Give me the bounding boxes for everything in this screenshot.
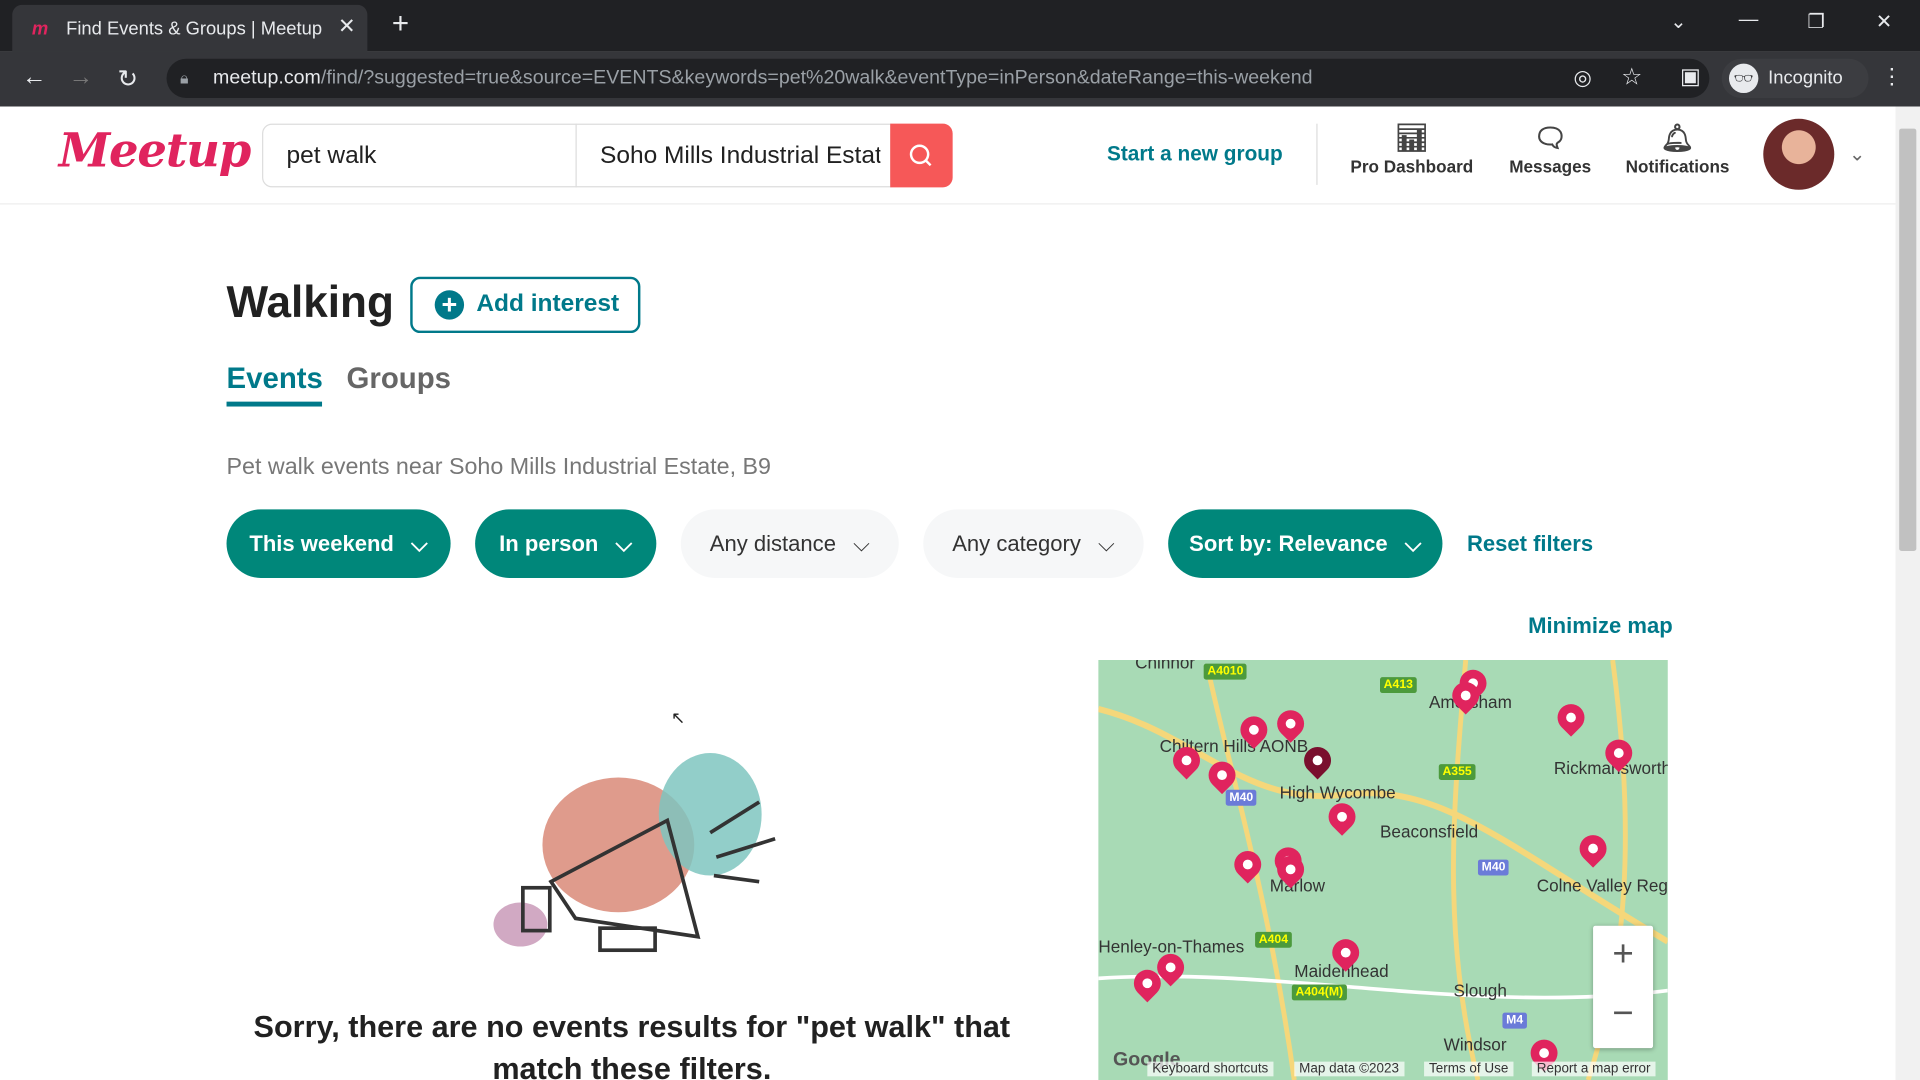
map-road-label: M4 — [1502, 1012, 1527, 1029]
chevron-down-icon: ⌵ — [411, 530, 428, 556]
notifications-label: Notifications — [1625, 156, 1730, 177]
map-road-label: A4010 — [1203, 663, 1248, 680]
chevron-down-icon: ⌵ — [853, 530, 870, 556]
location-input[interactable]: Soho Mills Industrial Estate, B9 — [600, 142, 880, 170]
eye-off-icon[interactable]: ◎ — [1573, 66, 1591, 90]
tab-search-icon[interactable]: ⌄ — [1670, 10, 1686, 34]
page-title: Walking — [226, 276, 394, 327]
zoom-out-button[interactable]: − — [1593, 987, 1653, 1048]
map-place-label: Windsor — [1443, 1034, 1507, 1055]
map-footer-link[interactable]: Keyboard shortcuts — [1147, 1061, 1274, 1077]
meetup-favicon-icon: m — [31, 18, 49, 40]
map-place-label: Chinnor — [1135, 660, 1196, 673]
lock-icon: 🔒︎ — [180, 68, 189, 87]
map-place-label: Slough — [1453, 980, 1507, 1001]
map-place-label: High Wycombe — [1279, 782, 1396, 803]
add-interest-label: Add interest — [476, 290, 620, 318]
map-footer-link[interactable]: Terms of Use — [1424, 1061, 1514, 1077]
map-footer-link[interactable]: Report a map error — [1531, 1061, 1656, 1077]
tab-groups[interactable]: Groups — [347, 362, 452, 396]
bar-chart-icon: 📊︎ — [1394, 122, 1429, 154]
profile-label: Incognito — [1768, 67, 1843, 89]
browser-tab[interactable]: m Find Events & Groups | Meetup ✕ — [12, 4, 368, 52]
meetup-logo[interactable]: Meetup — [59, 122, 251, 177]
filter-label: This weekend — [249, 530, 394, 556]
event-type-filter[interactable]: In person ⌵ — [475, 509, 657, 578]
date-filter[interactable]: This weekend ⌵ — [226, 509, 451, 578]
filter-label: Sort by: Relevance — [1189, 530, 1388, 556]
incognito-icon: 👓︎ — [1728, 63, 1759, 94]
keyword-input[interactable]: pet walk — [287, 142, 556, 170]
active-tab-underline — [226, 401, 323, 407]
map-road-label: A413 — [1380, 677, 1417, 694]
plus-circle-icon: + — [434, 290, 465, 320]
search-divider — [575, 123, 577, 188]
map-road-label: A404(M) — [1291, 984, 1347, 1001]
zoom-in-button[interactable]: + — [1593, 926, 1653, 987]
empty-results-message: Sorry, there are no events results for "… — [253, 1010, 1011, 1080]
add-interest-button[interactable]: + Add interest — [410, 276, 641, 334]
tab-events[interactable]: Events — [227, 362, 323, 396]
category-filter[interactable]: Any category ⌵ — [923, 509, 1144, 578]
restore-button[interactable]: ❐ — [1807, 10, 1825, 34]
pro-dashboard-button[interactable]: 📊︎ Pro Dashboard — [1347, 122, 1477, 176]
megaphone-illustration — [493, 753, 776, 953]
map-place-label: Colne Valley Regional Park — [1536, 875, 1668, 896]
sort-filter[interactable]: Sort by: Relevance ⌵ — [1168, 509, 1443, 578]
results-subtitle: Pet walk events near Soho Mills Industri… — [226, 454, 771, 481]
filter-label: Any distance — [709, 530, 836, 556]
mouse-cursor: ↖ — [671, 707, 686, 728]
tab-title: Find Events & Groups | Meetup — [66, 18, 323, 40]
messages-button[interactable]: 🗨︎ Messages — [1504, 122, 1597, 176]
side-panel-icon[interactable]: ▣ — [1680, 64, 1701, 90]
distance-filter[interactable]: Any distance ⌵ — [680, 509, 899, 578]
chevron-down-icon: ⌵ — [615, 530, 633, 556]
minimize-map-link[interactable]: Minimize map — [1528, 613, 1673, 639]
url-text[interactable]: meetup.com/find/?suggested=true&source=E… — [213, 67, 1312, 89]
map-road-label: A404 — [1255, 931, 1292, 948]
filter-label: In person — [499, 530, 599, 556]
search-icon — [909, 144, 932, 167]
start-new-group-link[interactable]: Start a new group — [1107, 142, 1283, 166]
map-road-label: M40 — [1225, 789, 1257, 806]
avatar[interactable] — [1763, 118, 1835, 190]
scrollbar-thumb[interactable] — [1899, 128, 1917, 552]
back-button[interactable]: ← — [22, 64, 46, 92]
pro-dashboard-label: Pro Dashboard — [1350, 156, 1474, 177]
map-zoom-controls: + − — [1593, 925, 1654, 1049]
messages-label: Messages — [1509, 156, 1592, 177]
incognito-badge[interactable]: 👓︎ Incognito — [1721, 58, 1869, 98]
map-footer-link[interactable]: Map data ©2023 — [1294, 1061, 1404, 1077]
notifications-button[interactable]: 🔔︎ Notifications — [1619, 122, 1737, 176]
bell-icon: 🔔︎ — [1660, 122, 1695, 154]
star-icon[interactable]: ☆ — [1621, 64, 1642, 92]
map-road-label: M40 — [1477, 859, 1510, 876]
filter-label: Any category — [952, 530, 1081, 556]
search-button[interactable] — [890, 123, 953, 188]
chevron-down-icon[interactable]: ⌄ — [1849, 142, 1865, 166]
header-divider — [1316, 123, 1318, 185]
map-road-label: A355 — [1438, 764, 1476, 781]
new-tab-button[interactable]: + — [392, 7, 409, 41]
forward-button[interactable]: → — [69, 64, 93, 92]
close-window-button[interactable]: ✕ — [1876, 10, 1892, 34]
reload-button[interactable]: ↻ — [118, 64, 139, 95]
events-map[interactable]: ChinnorChiltern Hills AONBHigh WycombeAm… — [1098, 660, 1668, 1080]
chat-bubble-icon: 🗨︎ — [1533, 122, 1568, 154]
chevron-down-icon: ⌵ — [1098, 530, 1115, 556]
menu-icon[interactable]: ⋮ — [1881, 64, 1903, 90]
chevron-down-icon: ⌵ — [1404, 530, 1422, 556]
reset-filters-link[interactable]: Reset filters — [1467, 531, 1593, 557]
map-place-label: Beaconsfield — [1380, 821, 1479, 842]
minimize-button[interactable]: — — [1739, 10, 1759, 32]
close-tab-icon[interactable]: ✕ — [338, 15, 355, 39]
